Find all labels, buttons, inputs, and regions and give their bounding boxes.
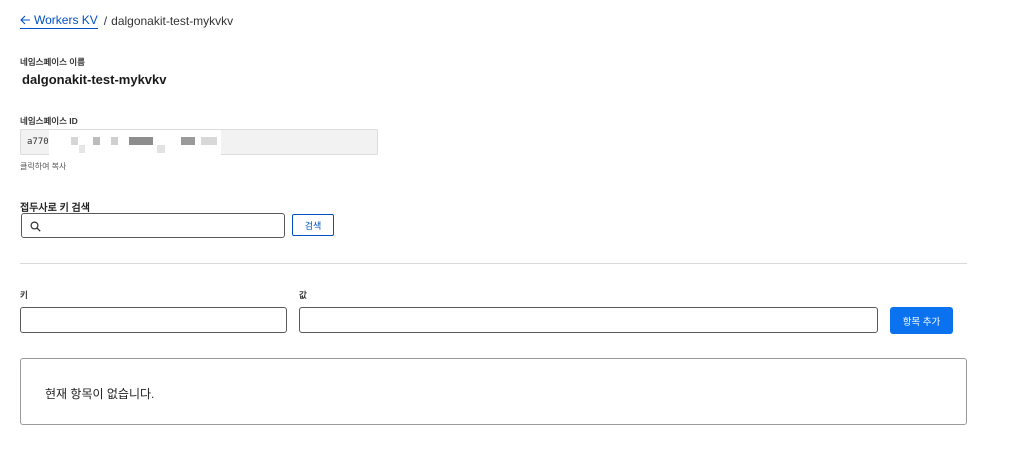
- search-input[interactable]: [46, 216, 280, 235]
- search-label: 접두사로 키 검색: [20, 203, 90, 214]
- value-input[interactable]: [299, 307, 878, 333]
- arrow-left-icon: [20, 15, 30, 25]
- breadcrumb-back-label: Workers KV: [34, 13, 98, 27]
- add-entry-button[interactable]: 항목 추가: [890, 307, 953, 334]
- breadcrumb-back-link[interactable]: Workers KV: [20, 13, 98, 29]
- key-input[interactable]: [20, 307, 287, 333]
- namespace-id-label: 네임스페이스 ID: [20, 116, 78, 126]
- breadcrumb: Workers KV / dalgonakit-test-mykvkv: [20, 13, 233, 29]
- entries-list: 현재 항목이 없습니다.: [20, 358, 967, 425]
- divider: [20, 263, 967, 264]
- breadcrumb-separator: /: [103, 14, 108, 28]
- value-label: 값: [299, 290, 307, 300]
- search-button[interactable]: 검색: [292, 214, 334, 236]
- copy-hint: 클릭하여 복사: [20, 162, 67, 171]
- breadcrumb-current: dalgonakit-test-mykvkv: [111, 14, 234, 28]
- search-field[interactable]: [21, 213, 285, 238]
- namespace-id-value: a770: [27, 137, 49, 147]
- namespace-name-value: dalgonakit-test-mykvkv: [22, 72, 167, 87]
- namespace-name-label: 네임스페이스 이름: [20, 57, 85, 67]
- key-label: 키: [20, 290, 28, 300]
- redaction-mask: [49, 130, 221, 156]
- empty-state-message: 현재 항목이 없습니다.: [45, 387, 155, 401]
- search-icon: [30, 221, 41, 232]
- namespace-id-field[interactable]: a770: [20, 129, 378, 156]
